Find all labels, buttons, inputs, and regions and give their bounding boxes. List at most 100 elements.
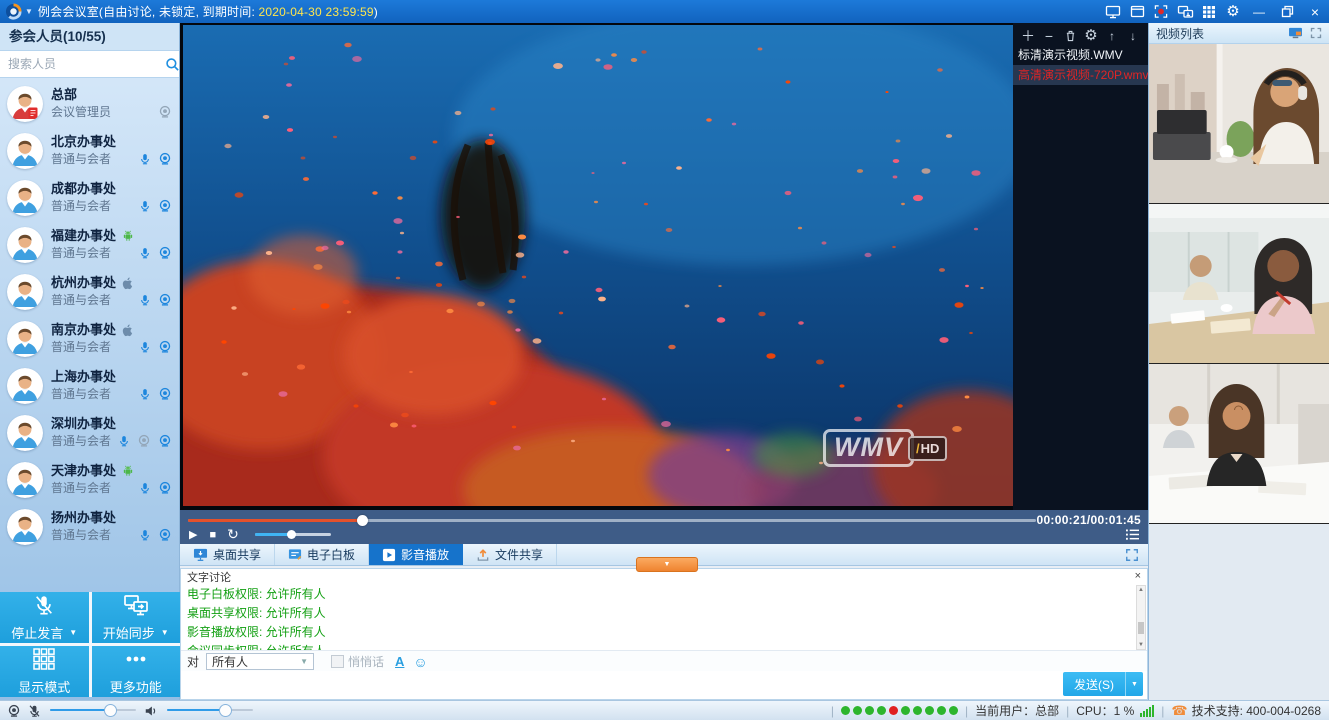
- mic-icon[interactable]: [139, 293, 151, 307]
- tab-media-play[interactable]: 影音播放: [369, 544, 463, 565]
- send-options-chevron-icon[interactable]: ▼: [1125, 672, 1143, 696]
- whisper-checkbox[interactable]: [331, 655, 344, 668]
- tab-file-share[interactable]: 文件共享: [463, 544, 557, 565]
- volume-handle[interactable]: [287, 530, 296, 539]
- sync-action-button[interactable]: 开始同步▼: [92, 592, 181, 643]
- mic-icon[interactable]: [139, 528, 151, 542]
- move-down-icon[interactable]: ↓: [1127, 29, 1140, 42]
- scroll-thumb[interactable]: [1138, 622, 1144, 634]
- settings-icon[interactable]: ⚙: [1085, 29, 1098, 42]
- webcam-off-icon[interactable]: [137, 434, 151, 448]
- remove-icon[interactable]: −: [1043, 29, 1056, 42]
- mic-icon[interactable]: [139, 152, 151, 166]
- screen-share-icon[interactable]: [1101, 0, 1125, 23]
- mic-icon[interactable]: [139, 481, 151, 495]
- statusbar-mic-muted-icon[interactable]: [28, 704, 41, 718]
- participant-row[interactable]: 福建办事处普通与会者: [0, 221, 179, 268]
- display-mode-icon[interactable]: [1197, 0, 1221, 23]
- webcam-icon[interactable]: [158, 199, 172, 213]
- speaker-volume-handle[interactable]: [219, 704, 232, 717]
- webcam-off-icon[interactable]: [158, 105, 172, 119]
- mic-volume-handle[interactable]: [104, 704, 117, 717]
- scroll-up-icon[interactable]: ▲: [1137, 586, 1145, 594]
- webcam-icon[interactable]: [158, 293, 172, 307]
- webcam-icon[interactable]: [158, 434, 172, 448]
- participant-row[interactable]: 天津办事处普通与会者: [0, 456, 179, 503]
- more-action-button[interactable]: 更多功能: [92, 646, 181, 697]
- statusbar-speaker-icon[interactable]: [144, 704, 158, 718]
- tab-whiteboard[interactable]: 电子白板: [275, 544, 369, 565]
- chevron-down-icon[interactable]: ▼: [161, 628, 169, 637]
- close-icon[interactable]: ×: [1301, 0, 1329, 23]
- seek-handle[interactable]: [357, 515, 368, 526]
- participant-row[interactable]: 上海办事处普通与会者: [0, 362, 179, 409]
- grid-action-button[interactable]: 显示模式: [0, 646, 89, 697]
- mic-icon[interactable]: [139, 246, 151, 260]
- panel-expand-icon[interactable]: [1310, 27, 1322, 39]
- select-chevron-icon: ▼: [300, 657, 308, 666]
- playlist-item[interactable]: 高清演示视频-720P.wmv删除: [1013, 65, 1148, 85]
- video-display[interactable]: WMV /HD: [183, 25, 1013, 506]
- chevron-down-icon[interactable]: ▼: [69, 628, 77, 637]
- emoji-button[interactable]: ☺: [413, 655, 427, 669]
- panel-collapse-handle[interactable]: ▼: [636, 557, 698, 572]
- video-layout-icon[interactable]: [1288, 27, 1303, 39]
- replay-button[interactable]: ↻: [227, 526, 239, 543]
- send-button[interactable]: 发送(S) ▼: [1063, 672, 1143, 696]
- move-up-icon[interactable]: ↑: [1106, 29, 1119, 42]
- network-share-icon[interactable]: [1173, 0, 1197, 23]
- mic-icon[interactable]: [139, 340, 151, 354]
- seek-bar[interactable]: [188, 519, 1036, 522]
- webcam-icon[interactable]: [158, 246, 172, 260]
- mic-icon[interactable]: [139, 199, 151, 213]
- webcam-icon[interactable]: [158, 481, 172, 495]
- delete-icon[interactable]: [1064, 29, 1077, 42]
- webcam-icon[interactable]: [158, 340, 172, 354]
- mic-icon[interactable]: [139, 387, 151, 401]
- webcam-icon[interactable]: [158, 152, 172, 166]
- settings-icon[interactable]: ⚙: [1221, 0, 1245, 23]
- mic-volume-slider[interactable]: [50, 704, 136, 717]
- play-button[interactable]: ▶: [189, 528, 197, 541]
- video-feed-3[interactable]: [1149, 364, 1329, 524]
- playlist-toggle-icon[interactable]: [1125, 528, 1140, 541]
- playlist-item[interactable]: 标清演示视频.WMV: [1013, 45, 1148, 65]
- participant-row[interactable]: 扬州办事处普通与会者: [0, 503, 179, 550]
- participant-name: 总部: [51, 87, 77, 102]
- chat-scrollbar[interactable]: ▲ ▼: [1136, 585, 1146, 650]
- search-input[interactable]: [0, 50, 165, 78]
- app-logo-icon[interactable]: [5, 3, 22, 20]
- participant-row[interactable]: 南京办事处普通与会者: [0, 315, 179, 362]
- titlebar-menu-chevron-icon[interactable]: ▼: [25, 7, 33, 16]
- minimize-icon[interactable]: —: [1245, 0, 1273, 23]
- search-icon[interactable]: [165, 57, 180, 72]
- recipient-select[interactable]: 所有人 ▼: [206, 653, 314, 670]
- search-box: [0, 51, 179, 78]
- video-feed-1[interactable]: [1149, 44, 1329, 204]
- participant-row[interactable]: 深圳办事处普通与会者: [0, 409, 179, 456]
- record-icon[interactable]: [1149, 0, 1173, 23]
- message-input[interactable]: 发送(S) ▼: [181, 671, 1147, 699]
- participant-row[interactable]: 总部会议管理员: [0, 80, 179, 127]
- webcam-icon[interactable]: [158, 387, 172, 401]
- tab-desktop-share[interactable]: 桌面共享: [180, 544, 275, 565]
- mic-off-action-button[interactable]: 停止发言▼: [0, 592, 89, 643]
- video-feed-2[interactable]: [1149, 204, 1329, 364]
- participant-row[interactable]: 成都办事处普通与会者: [0, 174, 179, 221]
- statusbar-webcam-icon[interactable]: [7, 704, 21, 718]
- window-capture-icon[interactable]: [1125, 0, 1149, 23]
- participant-row[interactable]: 北京办事处普通与会者: [0, 127, 179, 174]
- chat-close-icon[interactable]: ×: [1135, 571, 1141, 582]
- font-style-button[interactable]: A: [395, 654, 404, 669]
- fullscreen-expand-icon[interactable]: [1125, 548, 1139, 562]
- participant-row[interactable]: 杭州办事处普通与会者: [0, 268, 179, 315]
- maximize-icon[interactable]: [1273, 0, 1301, 23]
- speaker-volume-slider[interactable]: [167, 704, 253, 717]
- add-icon[interactable]: ＋: [1022, 29, 1035, 42]
- webcam-icon[interactable]: [158, 528, 172, 542]
- mic-icon[interactable]: [118, 434, 130, 448]
- stop-button[interactable]: ■: [209, 529, 216, 541]
- scroll-down-icon[interactable]: ▼: [1137, 641, 1145, 649]
- volume-slider[interactable]: [255, 533, 331, 536]
- quality-dot: [937, 706, 946, 715]
